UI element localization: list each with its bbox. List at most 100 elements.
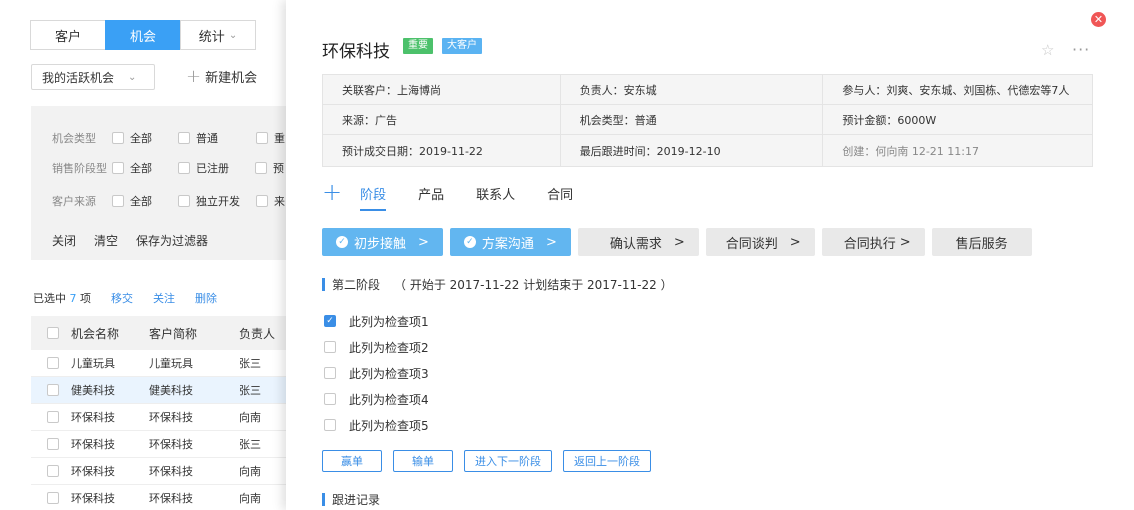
row-checkbox[interactable] — [47, 492, 59, 504]
transfer-button[interactable]: 移交 — [111, 290, 133, 306]
table-row[interactable]: 儿童玩具 儿童玩具 张三 — [31, 350, 286, 377]
table-row[interactable]: 健美科技 健美科技 张三 — [31, 377, 286, 404]
filter-panel: 机会类型 全部 普通 重 销售阶段型 全部 已注册 预 客户来源 全部 独立开发… — [31, 106, 286, 260]
table-row[interactable]: 环保科技 环保科技 向南 — [31, 404, 286, 431]
filter-option[interactable]: 全部 — [112, 193, 152, 209]
new-opportunity-label: 新建机会 — [205, 71, 258, 86]
scope-select[interactable]: 我的活跃机会 ⌄ — [31, 64, 155, 90]
filter-option[interactable]: 预 — [255, 160, 284, 176]
cell-customer: 儿童玩具 — [149, 357, 193, 370]
table-row[interactable]: 环保科技 环保科技 向南 — [31, 458, 286, 485]
filter-option[interactable]: 已注册 — [178, 160, 229, 176]
lose-deal-button[interactable]: 输单 — [393, 450, 453, 472]
stage-contract-negotiation[interactable]: 合同谈判 > — [705, 228, 815, 256]
checkbox[interactable] — [178, 195, 190, 207]
plus-icon: + — [186, 65, 202, 87]
filter-option[interactable]: 来 — [256, 193, 285, 209]
cell-name: 环保科技 — [71, 465, 115, 478]
info-amount: 预计金额：6000W — [823, 105, 1093, 135]
close-filter-button[interactable]: 关闭 — [52, 232, 76, 249]
more-icon[interactable]: ··· — [1072, 40, 1090, 59]
filter-option[interactable]: 全部 — [112, 130, 152, 146]
filter-label: 客户来源 — [52, 195, 96, 208]
stage-contract-execution[interactable]: 合同执行 > — [821, 228, 925, 256]
checkbox-checked[interactable]: ✓ — [324, 315, 336, 327]
save-filter-button[interactable]: 保存为过滤器 — [136, 232, 208, 249]
chevron-down-icon: ⌄ — [228, 29, 238, 41]
info-created: 创建：何向南 12-21 11:17 — [823, 135, 1093, 167]
checklist-label: 此列为检查项2 — [349, 340, 429, 355]
tab-statistics[interactable]: 统计 ⌄ — [180, 20, 256, 50]
checkbox[interactable] — [255, 162, 267, 174]
checkbox[interactable] — [324, 341, 336, 353]
stage-initial-contact[interactable]: ✓ 初步接触 > — [322, 228, 443, 256]
checkbox[interactable] — [178, 162, 190, 174]
filter-row-type: 机会类型 全部 普通 重 — [52, 130, 286, 146]
info-expected-close: 预计成交日期：2019-11-22 — [323, 135, 561, 167]
tab-contacts[interactable]: 联系人 — [476, 184, 515, 209]
option-label: 预 — [273, 162, 284, 175]
delete-button[interactable]: 删除 — [195, 290, 217, 306]
option-label: 普通 — [196, 132, 218, 145]
follow-button[interactable]: 关注 — [153, 290, 175, 306]
star-icon[interactable]: ☆ — [1041, 41, 1054, 59]
cell-owner: 张三 — [239, 357, 261, 370]
previous-stage-button[interactable]: 返回上一阶段 — [563, 450, 651, 472]
stage-section-dates: （ 开始于 2017-11-22 计划结束于 2017-11-22 ） — [394, 278, 673, 292]
filter-option[interactable]: 普通 — [178, 130, 218, 146]
filter-label: 机会类型 — [52, 132, 96, 145]
checkbox[interactable] — [112, 195, 124, 207]
stage-solution-communication[interactable]: ✓ 方案沟通 > — [449, 228, 571, 256]
checklist-item[interactable]: ✓ 此列为检查项1 — [324, 308, 429, 334]
tab-products[interactable]: 产品 — [418, 184, 444, 209]
info-grid: 关联客户：上海博尚 负责人：安东城 参与人：刘爽、安东城、刘国栋、代德宏等7人 … — [322, 74, 1093, 167]
option-label: 全部 — [130, 132, 152, 145]
table-row[interactable]: 环保科技 环保科技 张三 — [31, 431, 286, 458]
checklist-item[interactable]: 此列为检查项2 — [324, 334, 429, 360]
checklist-item[interactable]: 此列为检查项4 — [324, 386, 429, 412]
stage-confirm-needs[interactable]: 确认需求 > — [577, 228, 699, 256]
tab-contracts[interactable]: 合同 — [547, 184, 573, 209]
scope-select-value: 我的活跃机会 — [42, 70, 115, 85]
row-checkbox[interactable] — [47, 357, 59, 369]
checkbox[interactable] — [324, 393, 336, 405]
new-opportunity-button[interactable]: + 新建机会 — [186, 67, 257, 86]
plus-icon[interactable]: + — [322, 180, 342, 204]
stage-after-sales[interactable]: 售后服务 — [931, 228, 1032, 256]
info-owner: 负责人：安东城 — [560, 75, 824, 105]
stage-label: 售后服务 — [955, 236, 1008, 252]
select-all-checkbox[interactable] — [47, 327, 59, 339]
table-row[interactable]: 环保科技 环保科技 向南 — [31, 485, 286, 510]
checklist-item[interactable]: 此列为检查项3 — [324, 360, 429, 386]
filter-option[interactable]: 全部 — [112, 160, 152, 176]
checkbox[interactable] — [324, 367, 336, 379]
win-deal-button[interactable]: 赢单 — [322, 450, 382, 472]
column-header: 机会名称 — [71, 326, 120, 341]
checkbox[interactable] — [324, 419, 336, 431]
close-icon[interactable]: ✕ — [1091, 12, 1106, 27]
detail-title: 环保科技 — [322, 42, 390, 62]
checkbox[interactable] — [112, 132, 124, 144]
main-tabs: 客户 机会 统计 ⌄ — [30, 20, 256, 50]
checkbox[interactable] — [112, 162, 124, 174]
option-label: 全部 — [130, 162, 152, 175]
checkbox[interactable] — [256, 132, 268, 144]
row-checkbox[interactable] — [47, 465, 59, 477]
row-checkbox[interactable] — [47, 411, 59, 423]
next-stage-button[interactable]: 进入下一阶段 — [464, 450, 552, 472]
checkbox[interactable] — [256, 195, 268, 207]
row-checkbox[interactable] — [47, 384, 59, 396]
checklist-item[interactable]: 此列为检查项5 — [324, 412, 429, 438]
tab-customers[interactable]: 客户 — [30, 20, 106, 50]
clear-filter-button[interactable]: 清空 — [94, 232, 118, 249]
info-row: 关联客户：上海博尚 负责人：安东城 参与人：刘爽、安东城、刘国栋、代德宏等7人 — [323, 75, 1093, 105]
filter-option[interactable]: 重 — [256, 130, 285, 146]
cell-name: 环保科技 — [71, 438, 115, 451]
tab-stage[interactable]: 阶段 — [360, 184, 387, 211]
check-circle-icon: ✓ — [463, 236, 476, 248]
filter-option[interactable]: 独立开发 — [178, 193, 240, 209]
tab-opportunities[interactable]: 机会 — [105, 20, 181, 50]
checkbox[interactable] — [178, 132, 190, 144]
row-checkbox[interactable] — [47, 438, 59, 450]
cell-owner: 向南 — [239, 411, 261, 424]
